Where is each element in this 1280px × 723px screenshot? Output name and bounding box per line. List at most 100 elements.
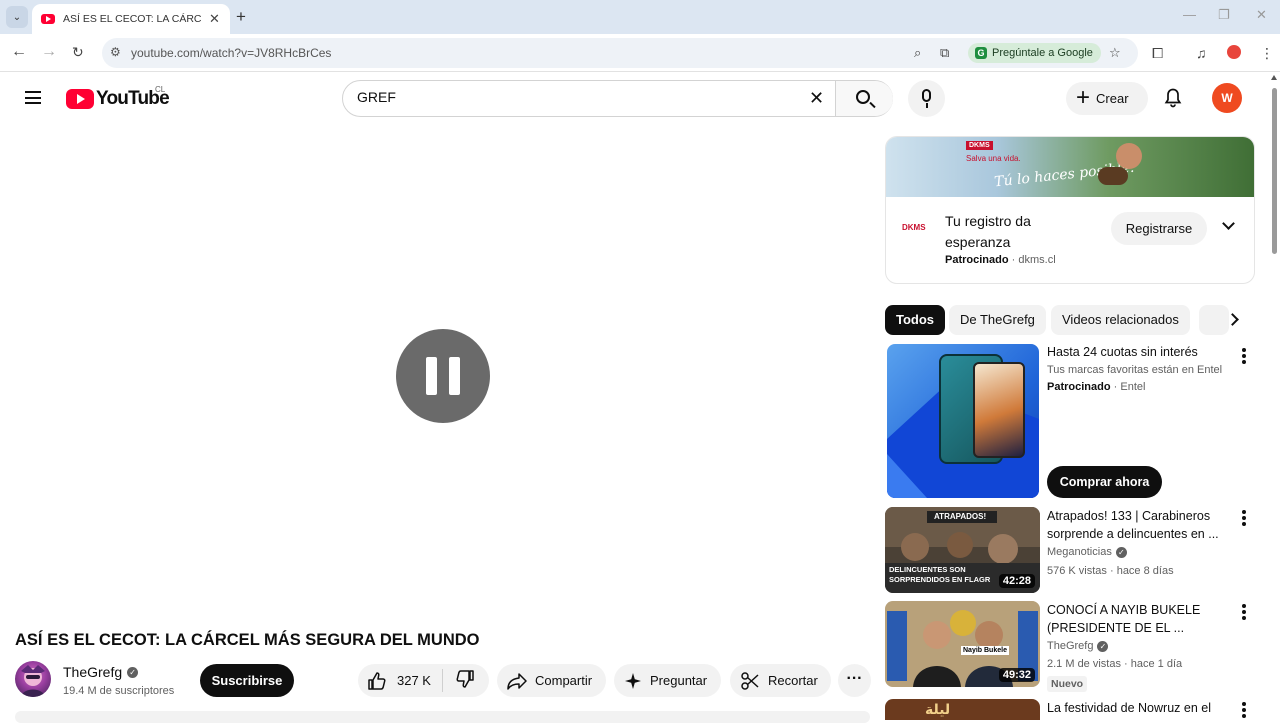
tab-search-chevron-icon[interactable]: ⌄: [6, 6, 28, 28]
channel-avatar[interactable]: [15, 661, 51, 697]
scissors-icon: [741, 671, 759, 690]
register-button[interactable]: Registrarse: [1111, 212, 1207, 245]
browser-menu-icon[interactable]: ⋮: [1260, 45, 1274, 62]
video-duration: 42:28: [998, 574, 1035, 588]
chip-partial[interactable]: [1199, 305, 1229, 335]
ad-banner-image[interactable]: DKMS Salva una vida. Tú lo haces posible…: [886, 137, 1254, 197]
like-dislike-group: 327 K: [358, 664, 489, 697]
video-thumbnail[interactable]: ATRAPADOS! DELINCUENTES SON SORPRENDIDOS…: [885, 507, 1040, 593]
rec-title[interactable]: La festividad de Nowruz en el: [1047, 699, 1227, 717]
rec-channel[interactable]: Meganoticias: [1047, 546, 1112, 558]
ad-title[interactable]: Tu registro da esperanza: [945, 211, 1095, 253]
ad2-title[interactable]: Hasta 24 cuotas sin interés: [1047, 345, 1198, 359]
account-avatar[interactable]: W: [1212, 83, 1242, 113]
rec-more-icon[interactable]: [1242, 604, 1246, 620]
reload-icon[interactable]: ↻: [72, 44, 84, 61]
dislike-button[interactable]: [443, 669, 475, 692]
scroll-up-arrow-icon[interactable]: [1271, 75, 1277, 80]
chip-related[interactable]: Videos relacionados: [1051, 305, 1190, 335]
forward-arrow-icon[interactable]: →: [41, 43, 57, 61]
description-box[interactable]: [15, 711, 870, 723]
ad2-more-icon[interactable]: [1242, 348, 1246, 364]
like-button[interactable]: 327 K: [358, 669, 443, 692]
voice-search-button[interactable]: [908, 80, 945, 117]
address-bar[interactable]: ⚙ youtube.com/watch?v=JV8RHcBrCes ⌕ ⧉ G …: [102, 38, 1138, 68]
search-input[interactable]: [357, 89, 797, 105]
channel-name[interactable]: TheGrefg: [63, 664, 122, 680]
sponsored-video-ad[interactable]: Hasta 24 cuotas sin interés Tus marcas f…: [885, 344, 1260, 500]
youtube-play-logo-icon: [66, 89, 94, 109]
video-thumbnail[interactable]: ﻟﻴﻠﺔ: [885, 699, 1040, 720]
create-button[interactable]: + Crear: [1066, 82, 1148, 115]
restore-icon[interactable]: ❐: [1218, 7, 1230, 23]
verified-check-icon: ✓: [1115, 546, 1127, 558]
channel-name-row[interactable]: TheGrefg ✓: [63, 664, 139, 680]
subscribe-button[interactable]: Suscribirse: [200, 664, 294, 697]
sparkle-icon: [625, 672, 641, 689]
filter-chips: Todos De TheGrefg Videos relacionados: [885, 305, 1245, 336]
sponsored-card[interactable]: DKMS Salva una vida. Tú lo haces posible…: [885, 136, 1255, 284]
url-text[interactable]: youtube.com/watch?v=JV8RHcBrCes: [131, 46, 331, 60]
youtube-masthead: YouTube CL ✕ + Crear W: [0, 72, 1268, 128]
microphone-icon: [922, 89, 931, 102]
buy-now-button[interactable]: Comprar ahora: [1047, 466, 1162, 498]
clear-search-icon[interactable]: ✕: [809, 88, 824, 109]
rec-channel-row[interactable]: TheGrefg ✓: [1047, 640, 1109, 652]
rec-more-icon[interactable]: [1242, 510, 1246, 526]
list-item[interactable]: ﻟﻴﻠﺔ La festividad de Nowruz en el: [885, 699, 1260, 720]
site-info-icon[interactable]: ⚙: [110, 45, 121, 59]
share-button[interactable]: Compartir: [497, 664, 606, 697]
ask-google-button[interactable]: G Pregúntale a Google: [968, 43, 1101, 63]
rec-channel-row[interactable]: Meganoticias ✓: [1047, 546, 1127, 558]
thumbnail-caption-top: ATRAPADOS!: [934, 512, 987, 521]
chip-from-channel[interactable]: De TheGrefg: [949, 305, 1046, 335]
ask-button[interactable]: Preguntar: [614, 664, 721, 697]
subscriber-count: 19.4 M de suscriptores: [63, 685, 175, 697]
ask-google-label: Pregúntale a Google: [992, 47, 1093, 59]
media-controls-icon[interactable]: ♫: [1196, 45, 1207, 61]
tab-close-icon[interactable]: ✕: [209, 11, 220, 27]
zoom-icon[interactable]: ⌕: [914, 45, 921, 61]
ad2-sponsored: Patrocinado: [1047, 381, 1111, 393]
clip-button[interactable]: Recortar: [730, 664, 831, 697]
close-window-icon[interactable]: ✕: [1256, 7, 1267, 23]
search-button[interactable]: [835, 81, 893, 116]
install-app-icon[interactable]: ⧉: [940, 45, 949, 61]
list-item[interactable]: Nayib Bukele 49:32 CONOCÍ A NAYIB BUKELE…: [885, 601, 1260, 692]
youtube-logo[interactable]: YouTube CL: [66, 85, 170, 110]
verified-check-icon: ✓: [1097, 640, 1109, 652]
ad-domain: · dkms.cl: [1011, 254, 1056, 266]
browser-tab-bar: ⌄ ASÍ ES EL CECOT: LA CÁRCEL M ✕ + — ❐ ✕: [0, 0, 1280, 34]
verified-check-icon: ✓: [127, 666, 139, 678]
new-tab-button[interactable]: +: [236, 7, 246, 27]
rec-title[interactable]: CONOCÍ A NAYIB BUKELE (PRESIDENTE DE EL …: [1047, 601, 1227, 637]
scrollbar-thumb[interactable]: [1272, 88, 1277, 254]
chevron-down-icon[interactable]: [1222, 217, 1235, 230]
rec-title[interactable]: Atrapados! 133 | Carabineros sorprende a…: [1047, 507, 1227, 543]
browser-tab-active[interactable]: ASÍ ES EL CECOT: LA CÁRCEL M ✕: [32, 4, 230, 34]
hamburger-menu-icon[interactable]: [25, 91, 41, 104]
minimize-icon[interactable]: —: [1183, 7, 1196, 22]
pause-bar-right: [449, 357, 460, 395]
ad-product-image[interactable]: [887, 344, 1039, 498]
rec-more-icon[interactable]: [1242, 702, 1246, 718]
sponsored-label: Patrocinado: [945, 254, 1009, 266]
thumbnail-caption: ﻟﻴﻠﺔ: [925, 701, 951, 717]
extensions-icon[interactable]: ⧠: [1152, 45, 1163, 62]
channel-avatar-art: [21, 665, 45, 697]
browser-profile-icon[interactable]: [1227, 45, 1241, 59]
pause-icon[interactable]: [396, 329, 490, 423]
list-item[interactable]: ATRAPADOS! DELINCUENTES SON SORPRENDIDOS…: [885, 507, 1260, 593]
back-arrow-icon[interactable]: ←: [11, 43, 27, 61]
video-thumbnail[interactable]: Nayib Bukele 49:32: [885, 601, 1040, 687]
ad2-advertiser: · Entel: [1113, 381, 1146, 393]
notifications-bell-icon[interactable]: [1164, 88, 1182, 108]
more-actions-icon[interactable]: ···: [838, 664, 871, 697]
chip-all[interactable]: Todos: [885, 305, 946, 335]
bookmark-star-icon[interactable]: ☆: [1109, 45, 1121, 61]
rec-channel[interactable]: TheGrefg: [1047, 640, 1093, 652]
share-arrow-icon: [507, 672, 527, 690]
video-player[interactable]: [0, 128, 870, 622]
rec-meta: 2.1 M de vistas · hace 1 día: [1047, 658, 1183, 670]
ad-banner-slogan: Salva una vida.: [966, 154, 1021, 163]
